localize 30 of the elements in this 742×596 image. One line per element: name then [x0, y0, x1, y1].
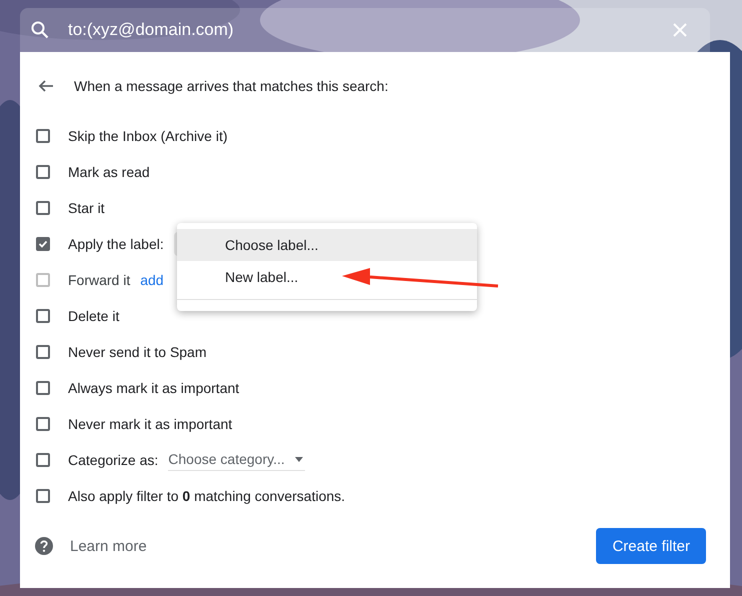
checkbox[interactable] — [36, 165, 50, 179]
search-bar[interactable]: to:(xyz@domain.com) — [20, 8, 710, 52]
learn-more-link[interactable]: Learn more — [70, 538, 147, 554]
checkbox[interactable] — [36, 453, 50, 467]
option-label: Mark as read — [68, 164, 150, 180]
checkbox[interactable] — [36, 309, 50, 323]
search-field[interactable]: to:(xyz@domain.com) — [68, 20, 652, 40]
menu-item[interactable]: Choose label... — [177, 229, 477, 261]
checkbox[interactable] — [36, 417, 50, 431]
option-label: Also apply filter to 0 matching conversations. — [68, 488, 346, 504]
checkbox[interactable] — [36, 345, 50, 359]
create-filter-button[interactable]: Create filter — [596, 528, 706, 564]
option-label: Star it — [68, 200, 105, 216]
checkbox[interactable] — [36, 381, 50, 395]
option-label: Never send it to Spam — [68, 344, 207, 360]
option-label: Never mark it as important — [68, 416, 232, 432]
checkbox[interactable] — [36, 129, 50, 143]
option-label: Always mark it as important — [68, 380, 240, 396]
option-label: Delete it — [68, 308, 120, 324]
option-label: Categorize as: — [68, 452, 158, 468]
filter-heading: When a message arrives that matches this search: — [74, 78, 388, 94]
option-label: Skip the Inbox (Archive it) — [68, 128, 228, 144]
checkbox[interactable] — [36, 489, 50, 503]
checkbox[interactable] — [36, 201, 50, 215]
option-label: Forward it — [68, 272, 130, 288]
checkbox[interactable] — [36, 237, 50, 251]
option-label: Apply the label: — [68, 236, 164, 252]
dropdown-caret-icon — [294, 456, 303, 462]
help-icon[interactable] — [34, 536, 54, 556]
category-select[interactable]: Choose category... — [168, 449, 305, 471]
